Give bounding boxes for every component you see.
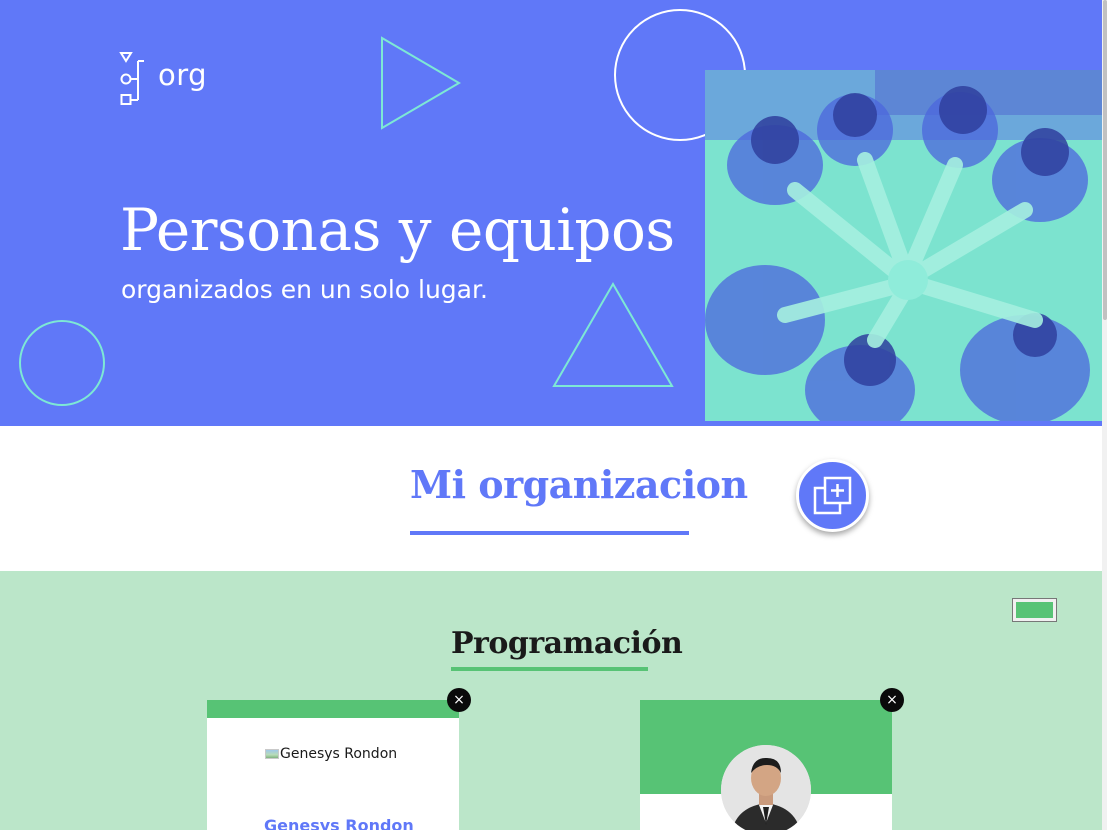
circle-outline-icon [19,320,105,406]
member-name[interactable]: Genesys Rondon [264,816,414,830]
add-team-button[interactable] [796,459,869,532]
team-section [0,571,1102,830]
delete-member-button[interactable]: × [447,688,471,712]
member-photo-alt: Genesys Rondon [280,746,398,762]
hero-subtitle: organizados en un solo lugar. [121,275,488,304]
color-swatch [1016,602,1053,618]
team-color-picker[interactable] [1012,598,1057,622]
member-card[interactable]: Genesys Rondon Genesys Rondon [207,700,459,830]
page-scrollbar-thumb[interactable] [1103,0,1107,320]
add-team-icon [813,476,852,515]
member-avatar [721,745,811,830]
member-photo: Genesys Rondon [265,746,397,762]
triangle-outline-icon [552,282,674,387]
team-title: Programación [451,626,683,661]
team-hands-photo [705,70,1102,421]
triangle-outline-icon [381,36,461,130]
hero-banner: org Personas y equipos organizados en un… [0,0,1102,426]
member-card[interactable] [640,700,892,830]
card-color-band [207,700,459,718]
organization-title: Mi organizacion [410,462,748,507]
delete-member-button[interactable]: × [880,688,904,712]
broken-image-icon [265,749,279,759]
logo-text: org [158,58,208,92]
hero-title: Personas y equipos [120,196,675,264]
team-title-underline [451,667,648,671]
organization-title-underline [410,531,689,535]
